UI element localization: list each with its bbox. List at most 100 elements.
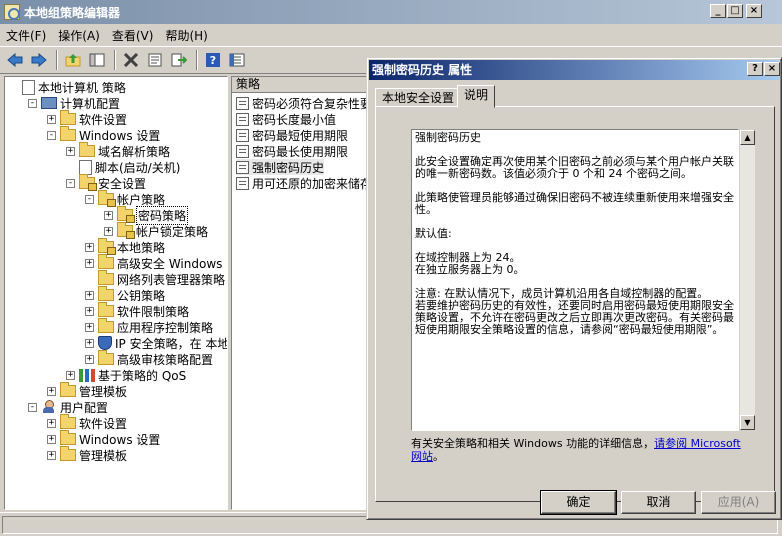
expand-icon[interactable]: + xyxy=(47,434,56,444)
menu-bar: 文件(F) 操作(A) 查看(V) 帮助(H) xyxy=(0,24,782,46)
console-tree[interactable]: 本地计算机 策略 - 计算机配置 + 软件设置 - Windows 设置 + 域名解析策略 脚本(… xyxy=(4,76,228,510)
ok-button[interactable]: 确定 xyxy=(540,490,617,515)
help-topics-icon[interactable] xyxy=(226,49,248,71)
tree-item[interactable]: + 密码策略 xyxy=(104,205,189,225)
collapse-icon[interactable]: - xyxy=(66,178,75,188)
tree-item[interactable]: + 软件设置 xyxy=(47,110,127,127)
tree-item[interactable]: + 软件限制策略 xyxy=(85,302,189,319)
tree-item[interactable]: + Windows 设置 xyxy=(47,430,160,447)
more-info-text: 有关安全策略和相关 Windows 功能的详细信息，请参阅 Microsoft … xyxy=(411,437,751,463)
menu-view[interactable]: 查看(V) xyxy=(106,27,160,44)
expand-icon[interactable]: + xyxy=(104,210,113,220)
help-icon[interactable]: ? xyxy=(202,49,224,71)
apply-button[interactable]: 应用(A) xyxy=(701,491,776,514)
policy-list-item[interactable]: 密码必须符合复杂性要 xyxy=(236,95,370,111)
back-icon[interactable] xyxy=(4,49,26,71)
more-info-end: 。 xyxy=(433,450,444,463)
collapse-icon[interactable]: - xyxy=(47,130,56,140)
expand-icon[interactable]: + xyxy=(66,370,75,380)
expand-icon[interactable]: + xyxy=(85,354,94,364)
policy-name: 密码长度最小值 xyxy=(252,112,337,127)
security-folder-icon xyxy=(117,222,135,239)
tree-item[interactable]: + 高级安全 Windows 防火 xyxy=(85,254,227,271)
policy-list-item[interactable]: 密码长度最小值 xyxy=(236,111,336,127)
show-hide-tree-icon[interactable] xyxy=(86,49,108,71)
tree-item[interactable]: + 应用程序控制策略 xyxy=(85,318,213,335)
delete-icon[interactable] xyxy=(120,49,142,71)
policy-name: 密码最短使用期限 xyxy=(252,128,349,143)
policy-list-item[interactable]: 密码最长使用期限 xyxy=(236,143,348,159)
dialog-help-button[interactable]: ? xyxy=(747,62,763,76)
menu-file[interactable]: 文件(F) xyxy=(0,27,52,44)
expand-icon[interactable]: + xyxy=(85,338,94,348)
tree-item[interactable]: + 帐户锁定策略 xyxy=(104,222,208,239)
export-icon[interactable] xyxy=(168,49,190,71)
policy-list-item[interactable]: 用可还原的加密来储存 xyxy=(236,175,370,191)
maximize-button[interactable]: □ xyxy=(727,4,743,18)
menu-action[interactable]: 操作(A) xyxy=(52,27,106,44)
tree-item[interactable]: + 管理模板 xyxy=(47,446,127,463)
column-header-policy[interactable]: 策略 xyxy=(232,77,370,93)
folder-icon xyxy=(60,430,76,445)
tree-item[interactable]: - 用户配置 xyxy=(28,399,108,415)
expand-icon[interactable]: + xyxy=(85,258,94,268)
tree-item[interactable]: + 基于策略的 QoS xyxy=(66,367,186,383)
explain-scrollbar[interactable]: ▲ ▼ xyxy=(739,129,756,431)
explain-paragraph: 在域控制器上为 24。 在独立服务器上为 0。 xyxy=(415,251,525,276)
expand-icon[interactable]: + xyxy=(85,290,94,300)
tree-item[interactable]: 脚本(启动/关机) xyxy=(66,159,180,175)
tab-local-security-setting[interactable]: 本地安全设置 xyxy=(375,88,462,108)
expand-icon[interactable]: + xyxy=(47,450,56,460)
up-icon[interactable] xyxy=(62,49,84,71)
collapse-icon[interactable]: - xyxy=(85,194,94,204)
collapse-icon[interactable]: - xyxy=(28,402,37,412)
expand-icon[interactable]: + xyxy=(85,306,94,316)
more-info-label: 有关安全策略和相关 Windows 功能的详细信息， xyxy=(411,437,655,450)
close-button[interactable]: × xyxy=(746,4,762,18)
tree-item-label: 本地计算机 策略 xyxy=(38,80,126,95)
policy-list-item[interactable]: 密码最短使用期限 xyxy=(236,127,348,143)
menu-help[interactable]: 帮助(H) xyxy=(159,27,213,44)
main-title-bar[interactable]: 本地组策略编辑器 _ □ × xyxy=(0,0,782,24)
scroll-up-icon[interactable]: ▲ xyxy=(740,130,755,145)
tree-item-label: 管理模板 xyxy=(79,384,128,399)
explain-paragraph: 此策略使管理员能够通过确保旧密码不被连续重新使用来增强安全性。 xyxy=(415,191,734,216)
explain-text-box[interactable]: 强制密码历史 此安全设置确定再次使用某个旧密码之前必须与某个用户帐户关联的唯一新密… xyxy=(411,129,739,431)
expand-icon[interactable]: + xyxy=(47,114,56,124)
folder-icon xyxy=(79,142,95,157)
tree-item-label: 安全设置 xyxy=(98,176,147,191)
folder-icon xyxy=(98,254,114,269)
security-folder-icon xyxy=(117,206,135,223)
folder-icon xyxy=(60,446,76,461)
policy-list[interactable]: 策略 密码必须符合复杂性要 密码长度最小值 密码最短使用期限 密码最长使用期限 强制密码… xyxy=(231,76,371,510)
expand-icon[interactable]: + xyxy=(47,386,56,396)
expand-icon[interactable]: + xyxy=(104,226,113,236)
tree-item[interactable]: + 公钥策略 xyxy=(85,286,165,303)
minimize-button[interactable]: _ xyxy=(710,4,726,18)
tree-item[interactable]: + 管理模板 xyxy=(47,382,128,399)
tree-item[interactable]: + 高级审核策略配置 xyxy=(85,350,213,367)
policy-list-item[interactable]: 强制密码历史 xyxy=(236,159,325,175)
collapse-icon[interactable]: - xyxy=(28,98,37,108)
tree-item[interactable]: 网络列表管理器策略 xyxy=(85,270,225,287)
expand-icon[interactable]: + xyxy=(66,146,75,156)
expand-icon[interactable]: + xyxy=(85,242,94,252)
tree-item[interactable]: - Windows 设置 xyxy=(47,126,160,143)
tree-item[interactable]: - 安全设置 xyxy=(66,174,147,191)
cancel-button[interactable]: 取消 xyxy=(621,491,696,514)
expand-icon[interactable]: + xyxy=(85,322,94,332)
forward-icon[interactable] xyxy=(28,49,50,71)
scroll-down-icon[interactable]: ▼ xyxy=(740,415,755,430)
tree-item[interactable]: + 域名解析策略 xyxy=(66,142,170,159)
expand-icon[interactable]: + xyxy=(47,418,56,428)
tree-item[interactable]: 本地计算机 策略 xyxy=(9,79,126,95)
tree-item[interactable]: - 计算机配置 xyxy=(28,95,120,111)
tab-explain[interactable]: 说明 xyxy=(457,85,496,108)
tree-item[interactable]: + IP 安全策略，在 本地 xyxy=(85,335,228,351)
tree-item-label: IP 安全策略，在 本地 xyxy=(115,336,228,351)
tree-item[interactable]: + 本地策略 xyxy=(85,238,165,255)
dialog-title-bar[interactable]: 强制密码历史 属性 xyxy=(369,60,779,80)
tree-item[interactable]: + 软件设置 xyxy=(47,414,127,431)
dialog-close-button[interactable]: × xyxy=(764,62,780,76)
properties-icon[interactable] xyxy=(144,49,166,71)
